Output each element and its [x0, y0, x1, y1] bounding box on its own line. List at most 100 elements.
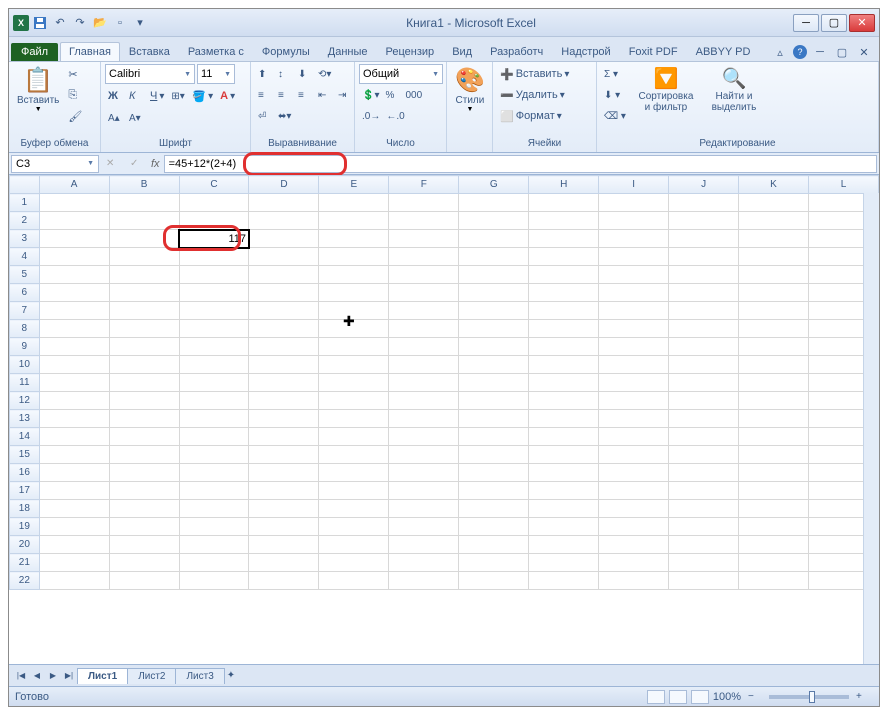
- cell-F5[interactable]: [389, 266, 459, 284]
- cell-I13[interactable]: [599, 410, 669, 428]
- cell-D22[interactable]: [249, 572, 319, 590]
- cell-C4[interactable]: [179, 248, 249, 266]
- cell-A7[interactable]: [39, 302, 109, 320]
- cell-G22[interactable]: [459, 572, 529, 590]
- cell-G3[interactable]: [459, 230, 529, 248]
- cell-B21[interactable]: [109, 554, 179, 572]
- cell-K22[interactable]: [739, 572, 809, 590]
- select-all-corner[interactable]: [10, 176, 40, 194]
- maximize-button[interactable]: ▢: [821, 14, 847, 32]
- cell-C10[interactable]: [179, 356, 249, 374]
- tab-foxit[interactable]: Foxit PDF: [620, 42, 687, 61]
- cell-F6[interactable]: [389, 284, 459, 302]
- cell-J10[interactable]: [669, 356, 739, 374]
- cell-H8[interactable]: [529, 320, 599, 338]
- cell-G5[interactable]: [459, 266, 529, 284]
- fx-icon[interactable]: fx: [151, 158, 160, 170]
- cell-G7[interactable]: [459, 302, 529, 320]
- cell-D12[interactable]: [249, 392, 319, 410]
- cell-A11[interactable]: [39, 374, 109, 392]
- cell-D15[interactable]: [249, 446, 319, 464]
- cell-D19[interactable]: [249, 518, 319, 536]
- cell-A9[interactable]: [39, 338, 109, 356]
- col-header-A[interactable]: A: [39, 176, 109, 194]
- cell-C19[interactable]: [179, 518, 249, 536]
- name-box[interactable]: C3▼: [11, 155, 99, 173]
- cell-H14[interactable]: [529, 428, 599, 446]
- insert-cells-button[interactable]: ➕Вставить ▾: [497, 64, 572, 84]
- tab-developer[interactable]: Разработч: [481, 42, 552, 61]
- doc-minimize-icon[interactable]: ─: [811, 43, 829, 61]
- cell-C11[interactable]: [179, 374, 249, 392]
- help-icon[interactable]: ?: [793, 45, 807, 59]
- cell-C20[interactable]: [179, 536, 249, 554]
- styles-button[interactable]: 🎨 Стили ▼: [451, 64, 489, 115]
- cell-I10[interactable]: [599, 356, 669, 374]
- font-size-combo[interactable]: 11▼: [197, 64, 235, 84]
- cell-G13[interactable]: [459, 410, 529, 428]
- cell-I19[interactable]: [599, 518, 669, 536]
- cell-G15[interactable]: [459, 446, 529, 464]
- col-header-J[interactable]: J: [669, 176, 739, 194]
- cell-I4[interactable]: [599, 248, 669, 266]
- cell-C6[interactable]: [179, 284, 249, 302]
- cell-A13[interactable]: [39, 410, 109, 428]
- row-header-15[interactable]: 15: [10, 446, 40, 464]
- cell-G10[interactable]: [459, 356, 529, 374]
- cell-K16[interactable]: [739, 464, 809, 482]
- align-middle-button[interactable]: ↕: [275, 64, 295, 84]
- cell-B6[interactable]: [109, 284, 179, 302]
- indent-inc-button[interactable]: ⇥: [335, 85, 355, 105]
- row-header-10[interactable]: 10: [10, 356, 40, 374]
- cell-B14[interactable]: [109, 428, 179, 446]
- normal-view-button[interactable]: [647, 690, 665, 704]
- new-icon[interactable]: ▫: [111, 14, 129, 32]
- cell-G20[interactable]: [459, 536, 529, 554]
- cell-C9[interactable]: [179, 338, 249, 356]
- tab-data[interactable]: Данные: [319, 42, 377, 61]
- row-header-6[interactable]: 6: [10, 284, 40, 302]
- cell-H15[interactable]: [529, 446, 599, 464]
- cut-button[interactable]: ✂: [65, 64, 85, 84]
- cell-A20[interactable]: [39, 536, 109, 554]
- row-header-1[interactable]: 1: [10, 194, 40, 212]
- sheet-tab-2[interactable]: Лист2: [127, 668, 176, 684]
- undo-icon[interactable]: ↶: [51, 14, 69, 32]
- file-tab[interactable]: Файл: [11, 43, 58, 61]
- cell-F4[interactable]: [389, 248, 459, 266]
- cell-D20[interactable]: [249, 536, 319, 554]
- cell-D14[interactable]: [249, 428, 319, 446]
- row-header-18[interactable]: 18: [10, 500, 40, 518]
- cell-D5[interactable]: [249, 266, 319, 284]
- cell-F19[interactable]: [389, 518, 459, 536]
- cell-E13[interactable]: [319, 410, 389, 428]
- row-header-22[interactable]: 22: [10, 572, 40, 590]
- row-header-13[interactable]: 13: [10, 410, 40, 428]
- cell-D1[interactable]: [249, 194, 319, 212]
- cell-E14[interactable]: [319, 428, 389, 446]
- cell-H12[interactable]: [529, 392, 599, 410]
- cell-A3[interactable]: [39, 230, 109, 248]
- increase-decimal-button[interactable]: .0→: [359, 106, 383, 126]
- cell-D16[interactable]: [249, 464, 319, 482]
- cell-F3[interactable]: [389, 230, 459, 248]
- cell-A4[interactable]: [39, 248, 109, 266]
- cell-H9[interactable]: [529, 338, 599, 356]
- prev-sheet-button[interactable]: ◀: [29, 668, 45, 684]
- cell-J17[interactable]: [669, 482, 739, 500]
- cell-E19[interactable]: [319, 518, 389, 536]
- first-sheet-button[interactable]: |◀: [13, 668, 29, 684]
- cell-K4[interactable]: [739, 248, 809, 266]
- cell-F8[interactable]: [389, 320, 459, 338]
- cell-J22[interactable]: [669, 572, 739, 590]
- orientation-button[interactable]: ⟲▾: [315, 64, 335, 84]
- cell-B11[interactable]: [109, 374, 179, 392]
- cell-F18[interactable]: [389, 500, 459, 518]
- fill-button[interactable]: ⬇ ▾: [601, 85, 629, 105]
- cell-B2[interactable]: [109, 212, 179, 230]
- cell-I8[interactable]: [599, 320, 669, 338]
- cell-B1[interactable]: [109, 194, 179, 212]
- col-header-E[interactable]: E: [319, 176, 389, 194]
- row-header-21[interactable]: 21: [10, 554, 40, 572]
- zoom-out-button[interactable]: −: [745, 687, 765, 707]
